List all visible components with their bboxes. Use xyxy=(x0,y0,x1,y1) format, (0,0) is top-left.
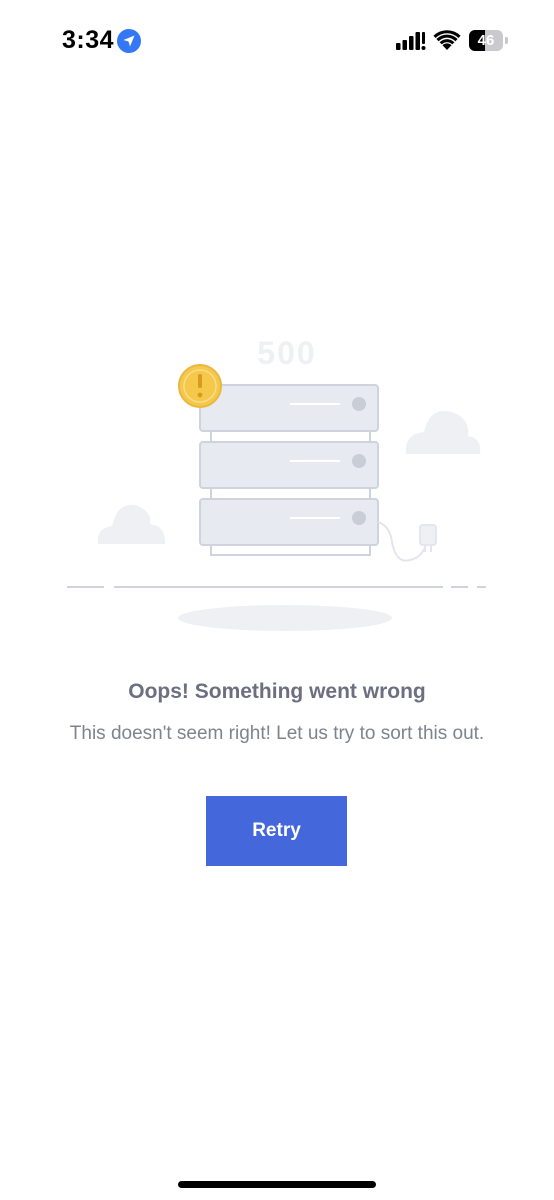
wifi-icon xyxy=(433,30,461,50)
error-code-text: 500 xyxy=(257,335,316,371)
error-message: This doesn't seem right! Let us try to s… xyxy=(69,723,485,744)
battery-level: 46 xyxy=(477,32,495,49)
server-rack-icon xyxy=(199,384,379,556)
cloud-icon xyxy=(405,410,481,454)
error-title: Oops! Something went wrong xyxy=(128,680,426,703)
server-error-illustration: 500 xyxy=(67,335,486,631)
retry-button[interactable]: Retry xyxy=(206,796,347,866)
status-time: 3:34 xyxy=(62,26,115,54)
home-indicator[interactable] xyxy=(178,1181,376,1188)
ground-shadow xyxy=(178,605,392,631)
warning-badge-icon xyxy=(178,364,222,408)
cellular-signal-icon xyxy=(396,32,426,50)
power-plug-icon xyxy=(377,521,437,562)
battery-icon: 46 xyxy=(469,30,509,51)
cloud-icon xyxy=(97,504,166,544)
location-arrow-icon xyxy=(117,29,141,53)
battery-cap xyxy=(505,37,508,44)
battery-body: 46 xyxy=(469,30,503,51)
status-bar: 3:34 46 xyxy=(0,0,554,80)
error-screen: 3:34 46 500 Oops! Something went wrong T… xyxy=(0,0,554,1200)
